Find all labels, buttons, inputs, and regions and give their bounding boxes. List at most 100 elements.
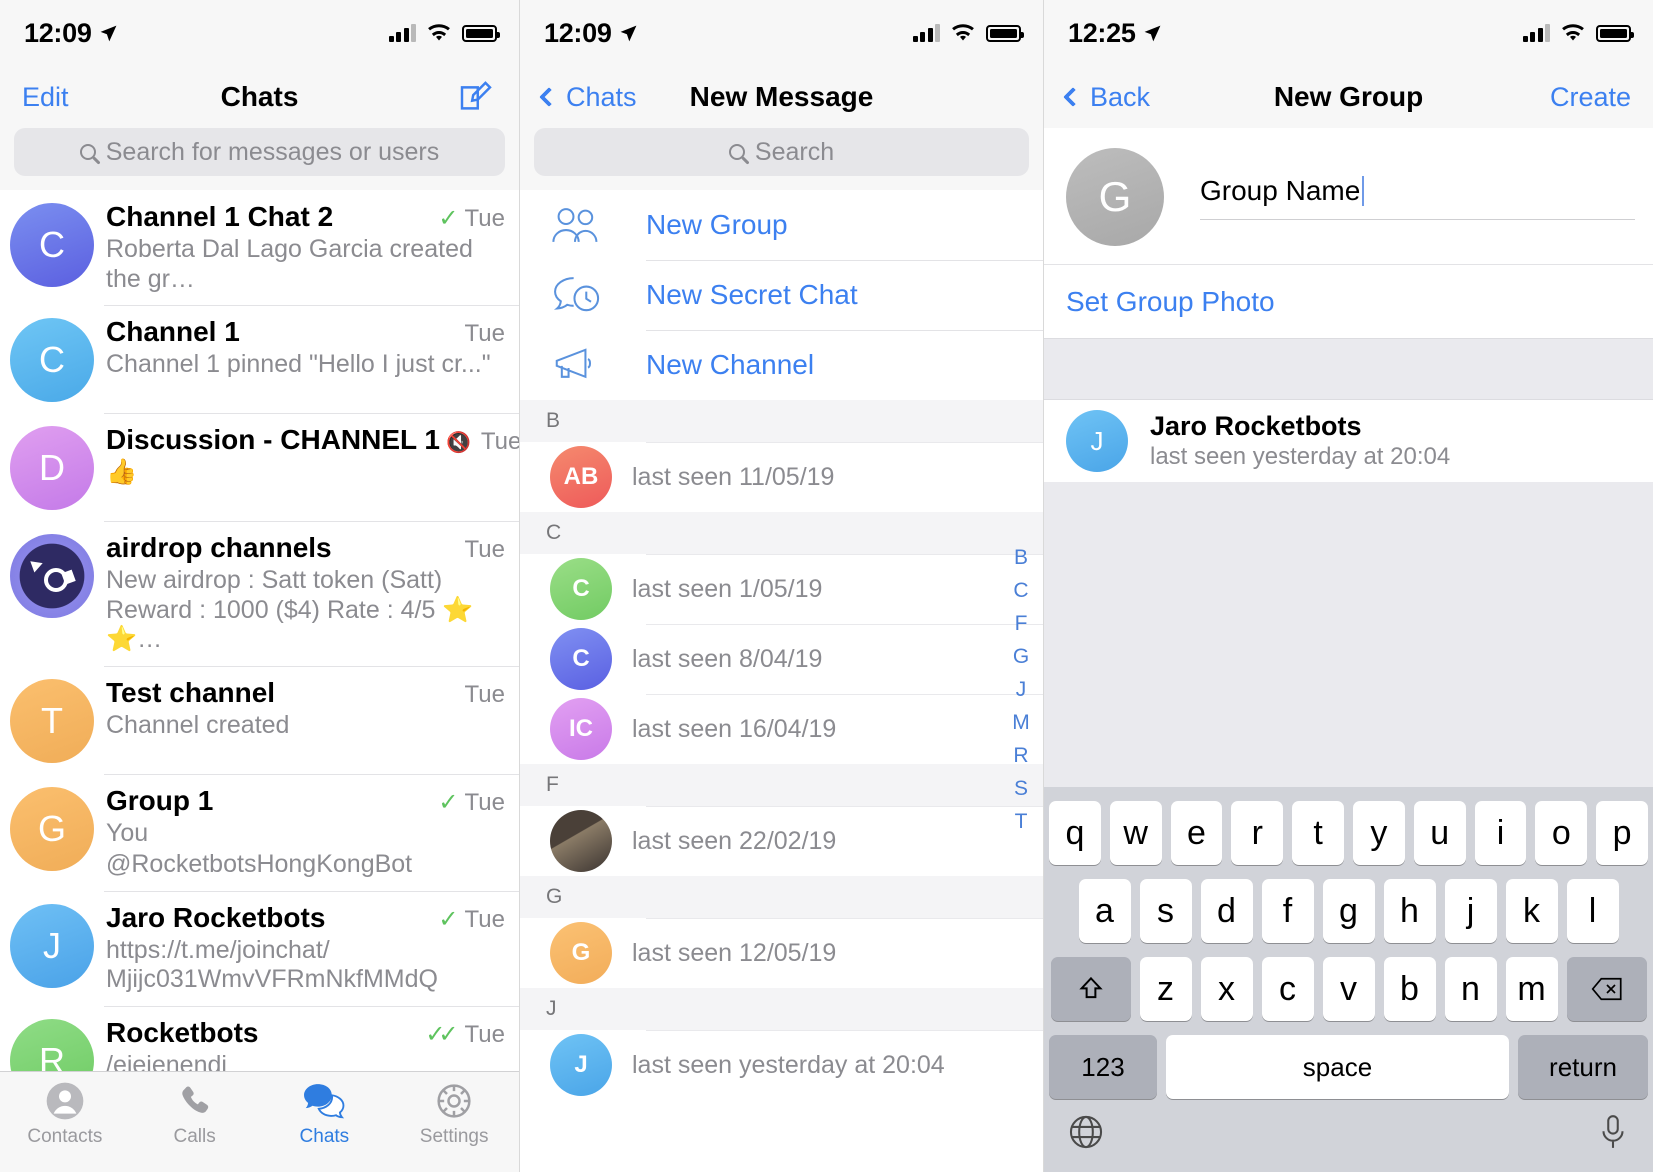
key-n[interactable]: n [1444,957,1497,1021]
index-letter[interactable]: T [1015,810,1028,834]
action-new-secret-chat[interactable]: New Secret Chat [520,260,1043,330]
key-p[interactable]: p [1596,801,1648,865]
status-bar-panel1: 12:09 [0,0,519,66]
contact-row[interactable]: last seen 22/02/19 [520,806,1043,876]
contact-row[interactable]: J last seen yesterday at 20:04 [520,1030,1043,1100]
edit-label: Edit [22,81,69,112]
back-to-chats-button[interactable]: Chats [539,82,637,113]
chat-preview: Channel created [106,710,290,739]
key-y[interactable]: y [1353,801,1405,865]
key-b[interactable]: b [1383,957,1436,1021]
index-letter[interactable]: C [1013,579,1028,603]
mute-icon: 🔇 [446,432,471,454]
chat-header: Group 1 ✓ Tue [106,785,505,817]
member-status: last seen yesterday at 20:04 [1150,443,1451,470]
action-new-channel[interactable]: New Channel [520,330,1043,400]
action-new-group[interactable]: New Group [520,190,1043,260]
chat-row[interactable]: airdrop channels Tue New airdrop : Satt … [0,521,519,666]
chat-content: Channel 1 Tue Channel 1 pinned "Hello I … [106,316,505,402]
shift-key[interactable] [1050,957,1131,1021]
index-letter[interactable]: M [1012,711,1030,735]
globe-key[interactable] [1067,1113,1105,1156]
index-letter[interactable]: R [1013,744,1028,768]
search-input-contacts[interactable]: Search [534,128,1029,176]
dictation-key[interactable] [1596,1113,1630,1156]
key-j[interactable]: j [1444,879,1497,943]
key-z[interactable]: z [1139,957,1192,1021]
member-row[interactable]: J Jaro Rocketbots last seen yesterday at… [1044,400,1653,482]
contact-row[interactable]: G last seen 12/05/19 [520,918,1043,988]
set-group-photo-label: Set Group Photo [1066,285,1275,317]
key-u[interactable]: u [1413,801,1466,865]
contact-row[interactable]: IC last seen 16/04/19 [520,694,1043,764]
key-h[interactable]: h [1383,879,1436,943]
index-letter[interactable]: J [1016,678,1027,702]
chevron-left-icon [539,87,559,107]
avatar: IC [550,698,612,760]
back-label: Back [1090,81,1151,112]
key-a[interactable]: a [1078,879,1131,943]
edit-button[interactable]: Edit [22,82,69,113]
tab-calls[interactable]: Calls [130,1079,260,1148]
index-letter[interactable]: F [1015,612,1028,636]
chat-title: Group 1 [106,784,214,816]
alphabet-index-bar[interactable]: B C F G J M R S T [1008,546,1034,834]
tab-contacts[interactable]: Contacts [0,1079,130,1148]
chat-meta: ✓ Tue [428,205,505,233]
keyboard-row-1: q w e r t y u i o p [1049,801,1648,865]
search-placeholder: Search for messages or users [105,137,440,166]
key-e[interactable]: e [1170,801,1223,865]
chat-row[interactable]: D Discussion - CHANNEL 1 🔇 Tue 👍 [0,413,519,521]
key-d[interactable]: d [1200,879,1253,943]
secret-chat-icon [546,273,608,317]
search-input-chats[interactable]: Search for messages or users [14,128,505,176]
key-f[interactable]: f [1261,879,1314,943]
key-w[interactable]: w [1109,801,1162,865]
key-x[interactable]: x [1200,957,1253,1021]
chat-meta: Tue [471,428,519,456]
key-o[interactable]: o [1535,801,1588,865]
key-q[interactable]: q [1049,801,1101,865]
key-s[interactable]: s [1139,879,1192,943]
backspace-icon [1591,977,1622,1001]
index-letter[interactable]: S [1014,777,1028,801]
chat-row[interactable]: G Group 1 ✓ Tue You @RocketbotsHongKongB… [0,773,519,891]
contact-row[interactable]: AB last seen 11/05/19 [520,442,1043,512]
chat-row[interactable]: J Jaro Rocketbots ✓ Tue https://t.me/joi… [0,890,519,1006]
key-m[interactable]: m [1505,957,1558,1021]
key-r[interactable]: r [1231,801,1284,865]
key-l[interactable]: l [1566,879,1619,943]
set-group-photo-row[interactable]: Set Group Photo [1044,264,1653,338]
create-button[interactable]: Create [1550,82,1631,113]
key-t[interactable]: t [1292,801,1344,865]
chat-row[interactable]: T Test channel Tue Channel created [0,665,519,774]
numbers-key[interactable]: 123 [1049,1035,1157,1099]
avatar: J [1066,410,1128,472]
keyboard-row-3: z x c v b n m [1049,957,1648,1021]
chat-meta: Tue [455,536,505,564]
key-c[interactable]: c [1261,957,1314,1021]
back-button[interactable]: Back [1063,81,1151,113]
return-key[interactable]: return [1518,1035,1648,1099]
group-name-input[interactable]: Group Name [1200,175,1635,220]
space-key[interactable]: space [1166,1035,1509,1099]
tab-bar: Contacts Calls Chats Settings [0,1071,519,1172]
panel-new-message: 12:09 Chats New Message Search New Group… [519,0,1043,1172]
tab-settings[interactable]: Settings [389,1079,519,1148]
key-i[interactable]: i [1474,801,1527,865]
key-k[interactable]: k [1505,879,1558,943]
group-avatar[interactable]: G [1066,148,1164,246]
phone-icon [176,1079,214,1123]
index-letter[interactable]: B [1014,546,1028,570]
contact-row[interactable]: C last seen 8/04/19 [520,624,1043,694]
chat-row[interactable]: C Channel 1 Chat 2 ✓ Tue Roberta Dal Lag… [0,190,519,305]
tab-label: Calls [173,1126,216,1147]
key-g[interactable]: g [1322,879,1375,943]
key-v[interactable]: v [1322,957,1375,1021]
chat-row[interactable]: C Channel 1 Tue Channel 1 pinned "Hello … [0,305,519,413]
tab-chats[interactable]: Chats [260,1079,390,1148]
contact-row[interactable]: C last seen 1/05/19 [520,554,1043,624]
compose-button[interactable] [455,76,497,118]
index-letter[interactable]: G [1013,645,1029,669]
backspace-key[interactable] [1566,957,1647,1021]
